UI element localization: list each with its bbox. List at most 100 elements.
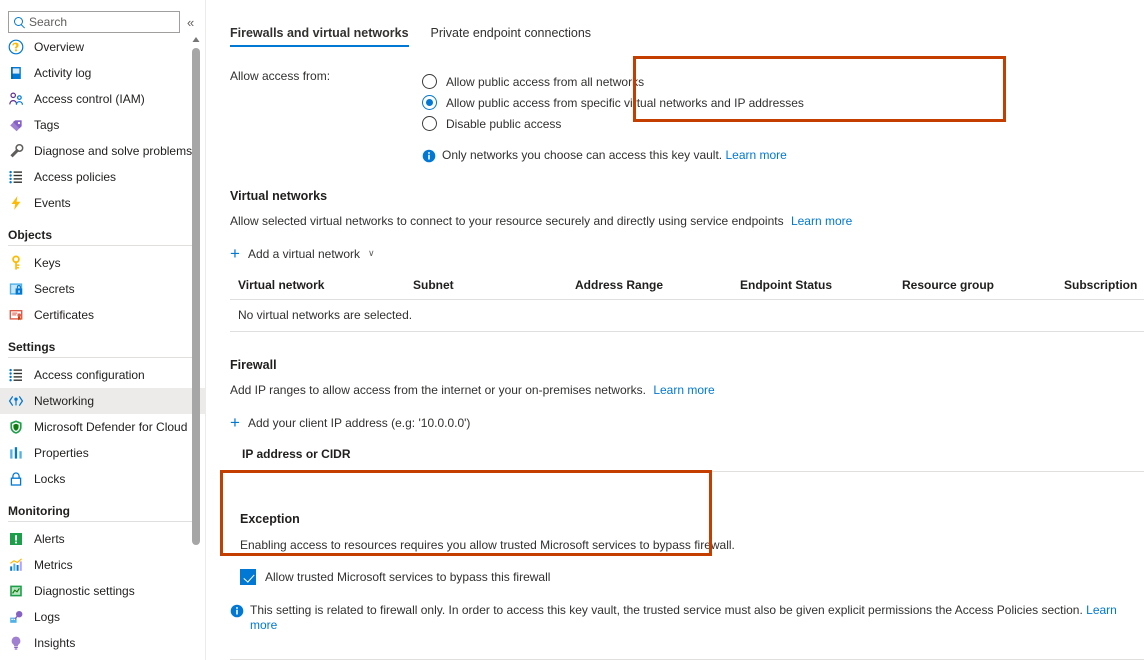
access-control-icon [8,91,24,107]
sidebar-item-access-policies[interactable]: Access policies [0,164,206,190]
add-virtual-network-button[interactable]: + Add a virtual network ∨ [230,245,375,262]
sidebar-item-keys[interactable]: Keys [0,250,206,276]
metrics-icon [8,557,24,573]
sidebar-item-label: Tags [34,118,59,132]
firewall-description: Add IP ranges to allow access from the i… [230,383,1144,397]
scroll-up-arrow-icon[interactable] [192,36,200,44]
learn-more-link[interactable]: Learn more [725,148,786,162]
allow-access-info: Only networks you choose can access this… [422,148,1144,163]
allow-access-info-text: Only networks you choose can access this… [442,148,787,163]
sidebar-item-access-configuration[interactable]: Access configuration [0,362,206,388]
sidebar-item-diagnostic-settings[interactable]: Diagnostic settings [0,578,206,604]
sidebar-item-metrics[interactable]: Metrics [0,552,206,578]
collapse-sidebar-icon[interactable]: « [187,16,194,29]
sidebar-item-label: Keys [34,256,61,270]
defender-shield-icon [8,419,24,435]
column-subscription[interactable]: Subscription [1056,274,1144,300]
learn-more-link[interactable]: Learn more [653,383,714,397]
radio-label: Allow public access from specific virtua… [446,96,804,110]
table-header-row: IP address or CIDR [230,443,1144,472]
tab-private-endpoint-connections[interactable]: Private endpoint connections [431,26,592,47]
sidebar-item-networking[interactable]: Networking [0,388,206,414]
search-placeholder: Search [29,15,67,29]
diagnose-icon [8,143,24,159]
radio-option-all-networks[interactable]: Allow public access from all networks [422,71,804,92]
radio-option-specific-networks[interactable]: Allow public access from specific virtua… [422,92,804,113]
column-subnet[interactable]: Subnet [405,274,567,300]
sidebar-scrollbar[interactable] [191,36,201,550]
azure-portal-networking-blade: Search « OverviewActivity log Access cont… [0,0,1144,660]
sidebar: Search « OverviewActivity log Access cont… [0,0,206,660]
radio-option-disable-public-access[interactable]: Disable public access [422,113,804,134]
sidebar-item-label: Insights [34,636,75,650]
sidebar-item-tags[interactable]: Tags [0,112,206,138]
sidebar-item-microsoft-defender-for-cloud[interactable]: Microsoft Defender for Cloud [0,414,206,440]
sidebar-item-label: Access control (IAM) [34,92,145,106]
column-resource-group[interactable]: Resource group [894,274,1056,300]
allow-access-label: Allow access from: [230,63,410,142]
sidebar-item-certificates[interactable]: Certificates [0,302,206,328]
firewall-title: Firewall [230,358,1144,372]
exception-section: Exception Enabling access to resources r… [230,500,1144,585]
sidebar-item-label: Logs [34,610,60,624]
footer-info: This setting is related to firewall only… [230,603,1144,633]
info-message: This setting is related to firewall only… [250,603,1083,617]
sidebar-item-label: Secrets [34,282,75,296]
lock-icon [8,471,24,487]
sidebar-item-diagnose-and-solve-problems[interactable]: Diagnose and solve problems [0,138,206,164]
exception-description: Enabling access to resources requires yo… [240,538,1144,552]
sidebar-item-label: Certificates [34,308,94,322]
add-client-ip-label: Add your client IP address (e.g: '10.0.0… [248,416,471,430]
search-input[interactable]: Search [8,11,180,33]
access-configuration-icon [8,367,24,383]
sidebar-group-monitoring: Alerts Metrics Diagnostic settings Logs Insi… [0,526,206,656]
description-text: Add IP ranges to allow access from the i… [230,383,646,397]
virtual-networks-description: Allow selected virtual networks to conne… [230,214,1144,228]
virtual-networks-table: Virtual network Subnet Address Range End… [230,274,1144,332]
empty-message: No virtual networks are selected. [230,300,1144,332]
sidebar-item-label: Access policies [34,170,116,184]
tab-firewalls-and-virtual-networks[interactable]: Firewalls and virtual networks [230,26,409,47]
column-endpoint-status[interactable]: Endpoint Status [732,274,894,300]
main-content: Firewalls and virtual networks Private e… [206,0,1144,660]
plus-icon: + [230,245,240,262]
scrollbar-thumb[interactable] [192,48,200,545]
sidebar-item-activity-log[interactable]: Activity log [0,60,206,86]
exception-title: Exception [240,512,1144,526]
sidebar-item-events[interactable]: Events [0,190,206,216]
footer-info-text: This setting is related to firewall only… [250,603,1144,633]
sidebar-item-properties[interactable]: Properties [0,440,206,466]
allow-access-radio-group: Allow public access from all networks Al… [410,63,804,142]
sidebar-item-overview[interactable]: Overview [0,34,206,60]
sidebar-group-title-objects: Objects [0,216,206,245]
sidebar-item-logs[interactable]: Logs [0,604,206,630]
allow-trusted-services-checkbox[interactable]: Allow trusted Microsoft services to bypa… [240,569,1144,585]
overview-icon [8,39,24,55]
sidebar-item-alerts[interactable]: Alerts [0,526,206,552]
sidebar-item-label: Diagnose and solve problems [34,144,192,158]
diagnostic-settings-icon [8,583,24,599]
sidebar-item-label: Diagnostic settings [34,584,135,598]
sidebar-item-label: Alerts [34,532,65,546]
sidebar-item-access-control-iam[interactable]: Access control (IAM) [0,86,206,112]
column-address-range[interactable]: Address Range [567,274,732,300]
secrets-icon [8,281,24,297]
column-virtual-network[interactable]: Virtual network [230,274,405,300]
column-ip-address-or-cidr[interactable]: IP address or CIDR [230,443,1144,472]
sidebar-group-objects: Keys Secrets Certificates [0,250,206,328]
virtual-networks-title: Virtual networks [230,189,1144,203]
sidebar-item-secrets[interactable]: Secrets [0,276,206,302]
sidebar-group-divider [8,357,196,358]
sidebar-item-insights[interactable]: Insights [0,630,206,656]
plus-icon: + [230,414,240,431]
add-client-ip-button[interactable]: + Add your client IP address (e.g: '10.0… [230,414,470,431]
sidebar-item-label: Properties [34,446,89,460]
learn-more-link[interactable]: Learn more [791,214,852,228]
sidebar-group-title-settings: Settings [0,328,206,357]
checkbox-indicator-checked [240,569,256,585]
alerts-icon [8,531,24,547]
sidebar-item-locks[interactable]: Locks [0,466,206,492]
key-icon [8,255,24,271]
networking-icon [8,393,24,409]
sidebar-search-row: Search « [0,0,206,34]
